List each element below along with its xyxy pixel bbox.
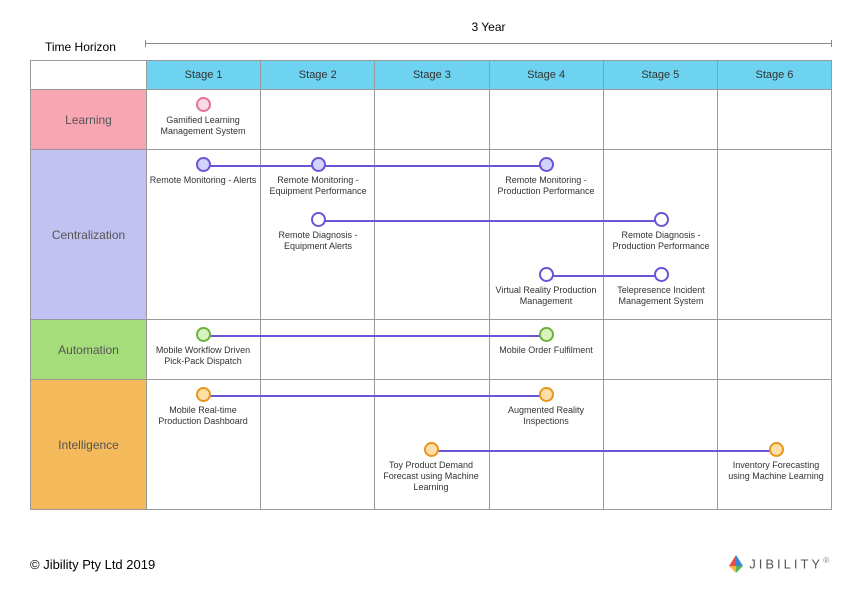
logo-icon	[727, 554, 745, 574]
dot-icon	[196, 97, 211, 112]
node-mobile-workflow: Mobile Workflow Driven Pick-Pack Dispatc…	[148, 327, 258, 367]
row-label-automation: Automation	[31, 319, 146, 379]
node-rd-equip: Remote Diagnosis - Equipment Alerts	[263, 212, 373, 252]
logo-text: JIBILITY®	[749, 556, 832, 571]
node-inv-forecast: Inventory Forecasting using Machine Lear…	[721, 442, 831, 482]
node-vr-prod: Virtual Reality Production Management	[491, 267, 601, 307]
dot-icon	[654, 212, 669, 227]
node-label: Virtual Reality Production Management	[491, 285, 601, 307]
row-intelligence: Intelligence Mobile Real-time Production…	[31, 379, 831, 509]
stage-header: Stage 4	[489, 61, 603, 89]
node-label: Remote Diagnosis - Equipment Alerts	[263, 230, 373, 252]
stage-header: Stage 3	[374, 61, 488, 89]
stage-header: Stage 2	[260, 61, 374, 89]
node-mobile-order: Mobile Order Fulfilment	[491, 327, 601, 356]
dot-icon	[539, 387, 554, 402]
dot-icon	[311, 212, 326, 227]
stage-header-row: Stage 1 Stage 2 Stage 3 Stage 4 Stage 5 …	[31, 61, 831, 89]
dot-icon	[654, 267, 669, 282]
header-spacer	[31, 61, 146, 89]
dot-icon	[539, 267, 554, 282]
dot-icon	[424, 442, 439, 457]
dot-icon	[769, 442, 784, 457]
node-label: Mobile Real-time Production Dashboard	[148, 405, 258, 427]
node-gamified: Gamified Learning Management System	[148, 97, 258, 137]
stage-header: Stage 1	[146, 61, 260, 89]
node-label: Telepresence Incident Management System	[606, 285, 716, 307]
node-rm-prod: Remote Monitoring - Production Performan…	[491, 157, 601, 197]
copyright-text: © Jibility Pty Ltd 2019	[30, 557, 155, 572]
row-automation: Automation Mobile Workflow Driven Pick-P…	[31, 319, 831, 379]
row-label-centralization: Centralization	[31, 149, 146, 319]
time-horizon-line	[145, 43, 832, 44]
node-label: Augmented Reality Inspections	[491, 405, 601, 427]
node-label: Remote Diagnosis - Production Performanc…	[606, 230, 716, 252]
node-ar-inspections: Augmented Reality Inspections	[491, 387, 601, 427]
row-learning: Learning Gamified Learning Management Sy…	[31, 89, 831, 149]
roadmap-grid: Stage 1 Stage 2 Stage 3 Stage 4 Stage 5 …	[30, 60, 832, 510]
node-rm-alerts: Remote Monitoring - Alerts	[148, 157, 258, 186]
dot-icon	[196, 387, 211, 402]
node-label: Remote Monitoring - Production Performan…	[491, 175, 601, 197]
dot-icon	[196, 157, 211, 172]
node-label: Remote Monitoring - Equipment Performanc…	[263, 175, 373, 197]
dot-icon	[196, 327, 211, 342]
dot-icon	[539, 157, 554, 172]
stage-header: Stage 5	[603, 61, 717, 89]
node-label: Gamified Learning Management System	[148, 115, 258, 137]
node-label: Mobile Workflow Driven Pick-Pack Dispatc…	[148, 345, 258, 367]
node-label: Remote Monitoring - Alerts	[148, 175, 258, 186]
time-horizon-label: Time Horizon	[45, 40, 116, 54]
node-label: Inventory Forecasting using Machine Lear…	[721, 460, 831, 482]
node-rd-prod: Remote Diagnosis - Production Performanc…	[606, 212, 716, 252]
node-rm-equip: Remote Monitoring - Equipment Performanc…	[263, 157, 373, 197]
stage-header: Stage 6	[717, 61, 831, 89]
time-horizon-title: 3 Year	[145, 20, 832, 34]
node-mobile-dashboard: Mobile Real-time Production Dashboard	[148, 387, 258, 427]
node-tele-incident: Telepresence Incident Management System	[606, 267, 716, 307]
jibility-logo: JIBILITY®	[727, 554, 832, 574]
roadmap-container: 3 Year Time Horizon Stage 1 Stage 2 Stag…	[20, 20, 832, 572]
node-toy-demand: Toy Product Demand Forecast using Machin…	[376, 442, 486, 492]
node-label: Mobile Order Fulfilment	[491, 345, 601, 356]
dot-icon	[311, 157, 326, 172]
row-label-learning: Learning	[31, 89, 146, 149]
node-label: Toy Product Demand Forecast using Machin…	[376, 460, 486, 492]
row-label-intelligence: Intelligence	[31, 379, 146, 509]
dot-icon	[539, 327, 554, 342]
row-centralization: Centralization Remote Monitoring - Alert…	[31, 149, 831, 319]
